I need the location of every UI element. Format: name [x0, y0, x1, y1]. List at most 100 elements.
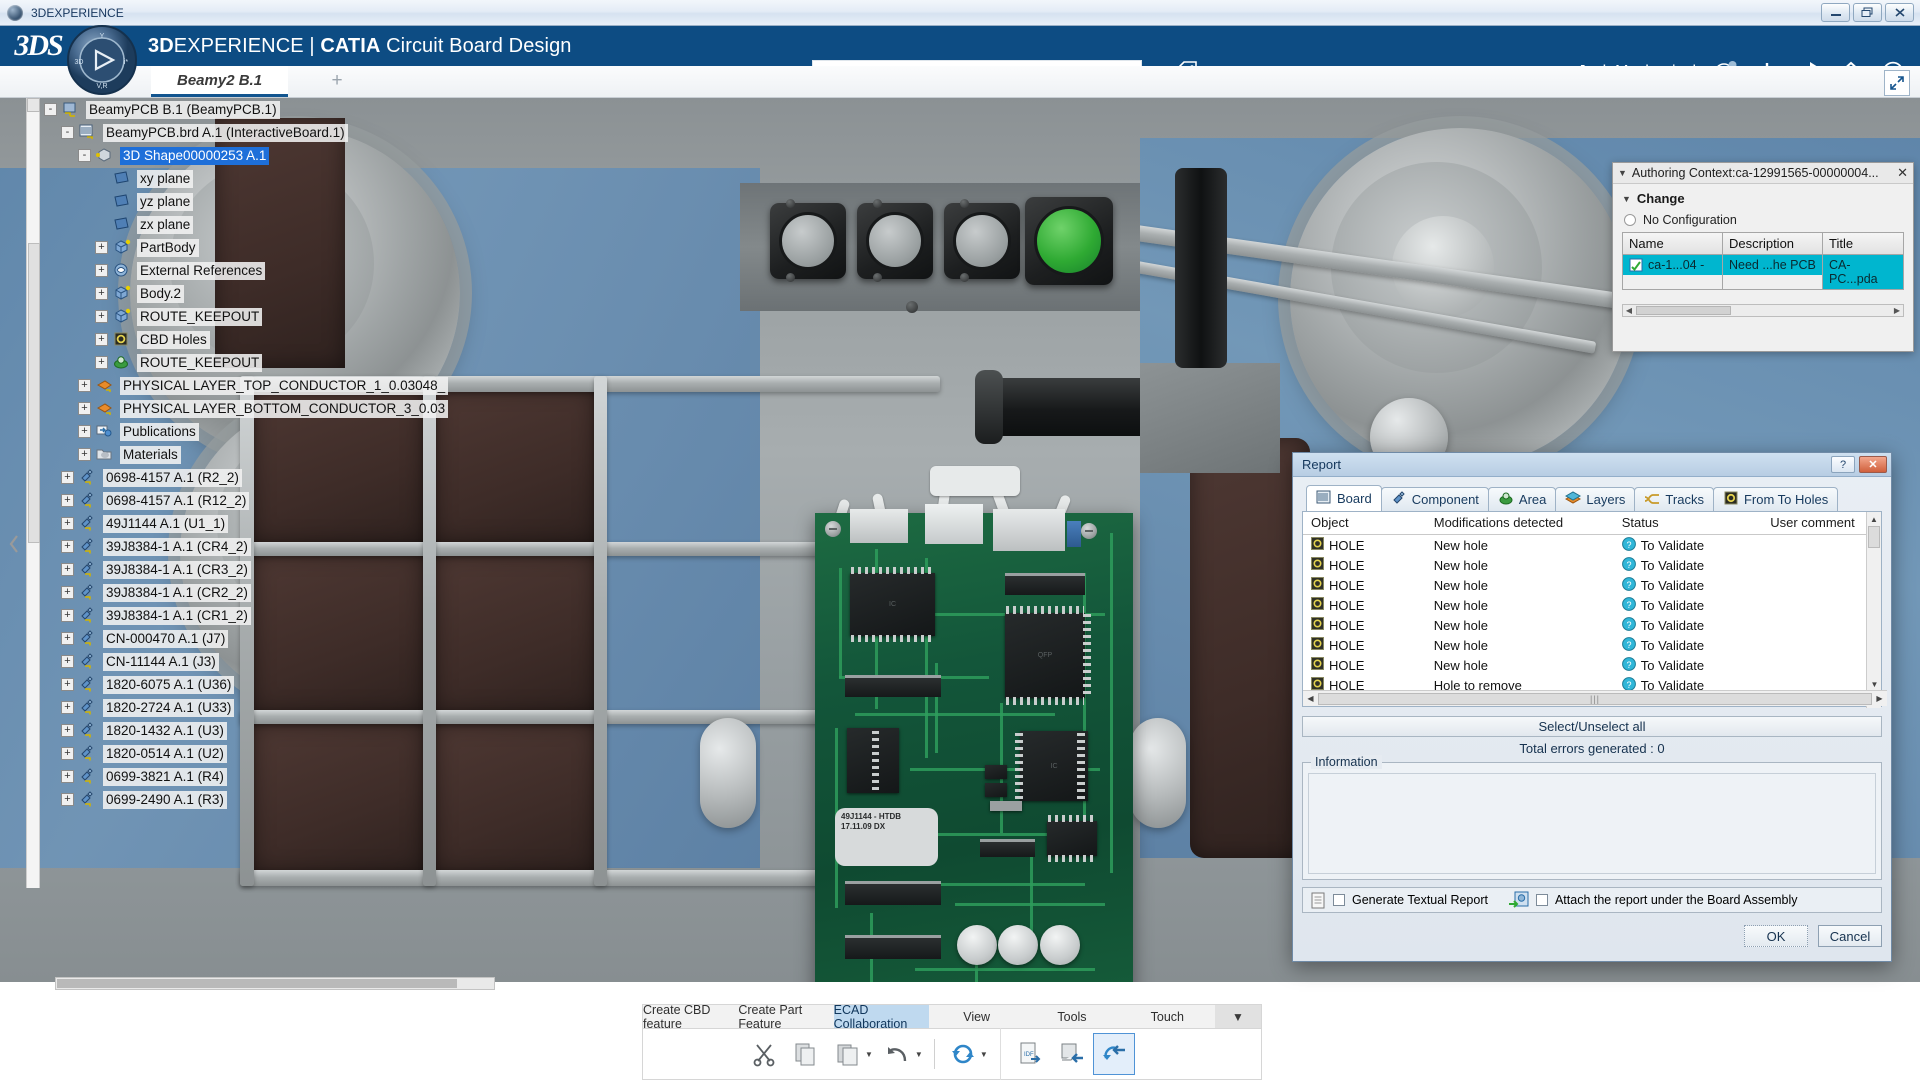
- report-tab-layers[interactable]: Layers: [1555, 487, 1636, 511]
- expand-collapse-panel-button[interactable]: [1884, 70, 1910, 96]
- cancel-button[interactable]: Cancel: [1818, 925, 1882, 947]
- table-row[interactable]: ca-1...04 -: [1623, 255, 1722, 275]
- authoring-context-header[interactable]: ▼ Authoring Context:ca-12991565-00000004…: [1613, 163, 1913, 184]
- paste-icon[interactable]: [827, 1033, 869, 1075]
- action-tab-create-cbd-feature[interactable]: Create CBD feature: [643, 1003, 738, 1031]
- report-table-row[interactable]: HOLE New hole? To Validate: [1303, 595, 1881, 615]
- scroll-left-arrow[interactable]: ◀: [1303, 694, 1318, 703]
- report-tab-tracks[interactable]: Tracks: [1634, 487, 1714, 511]
- close-icon[interactable]: ✕: [1897, 165, 1908, 181]
- dark-block-3: [253, 723, 423, 873]
- generate-textual-report-checkbox[interactable]: [1333, 894, 1345, 906]
- scroll-down-arrow[interactable]: ▼: [1867, 677, 1882, 691]
- navigation-compass[interactable]: Y 3D i* V,R: [66, 24, 138, 96]
- report-table-row[interactable]: HOLE New hole? To Validate: [1303, 615, 1881, 635]
- column-header[interactable]: Title: [1823, 233, 1903, 255]
- report-table-row[interactable]: HOLE New hole? To Validate: [1303, 635, 1881, 655]
- tree-horizontal-scrollbar[interactable]: [55, 977, 495, 990]
- pcb-resistor-array-2: [845, 881, 941, 905]
- ecad-sync-icon[interactable]: [1092, 1033, 1135, 1075]
- scroll-right-arrow[interactable]: ▶: [1872, 694, 1887, 703]
- report-tab-label: Area: [1518, 492, 1547, 507]
- report-close-button[interactable]: ✕: [1859, 456, 1887, 473]
- report-tab-label: Board: [1337, 491, 1372, 506]
- scroll-up-arrow[interactable]: ▲: [1867, 512, 1881, 526]
- report-tab-label: Tracks: [1665, 492, 1704, 507]
- column-header[interactable]: Name: [1623, 233, 1722, 255]
- scroll-thumb[interactable]: |||: [1318, 692, 1872, 705]
- chevron-down-icon[interactable]: ▼: [1618, 168, 1627, 178]
- action-bar-tabs[interactable]: Create CBD feature Create Part Feature ECA…: [642, 1003, 1262, 1031]
- report-tab-component[interactable]: Component: [1380, 487, 1489, 511]
- information-textarea[interactable]: [1308, 773, 1876, 874]
- new-tab-button[interactable]: +: [326, 70, 348, 92]
- collapse-tree-arrow-icon[interactable]: [6, 533, 22, 555]
- silkscreen-line-1: 49J1144 - HTDB: [841, 812, 902, 821]
- report-title: Report: [1302, 457, 1342, 472]
- report-options-row: Generate Textual Report Attach the repor…: [1302, 887, 1882, 913]
- report-vertical-scrollbar[interactable]: ▲ ▼: [1866, 512, 1881, 708]
- action-tab-view[interactable]: View: [929, 1005, 1024, 1028]
- scroll-thumb-horizontal[interactable]: [57, 979, 457, 988]
- table-row[interactable]: CA-PC...pda: [1823, 255, 1903, 289]
- report-help-button[interactable]: ?: [1831, 456, 1855, 473]
- report-table-row[interactable]: HOLE New hole? To Validate: [1303, 655, 1881, 675]
- document-tab[interactable]: Beamy2 B.1: [151, 66, 289, 97]
- undo-icon[interactable]: [877, 1033, 919, 1075]
- table-row[interactable]: Need ...he PCB: [1723, 255, 1822, 275]
- report-tab-board[interactable]: Board: [1306, 485, 1382, 511]
- column-header-modifications[interactable]: Modifications detected: [1426, 512, 1614, 534]
- copy-icon[interactable]: [785, 1033, 827, 1075]
- report-horizontal-scrollbar[interactable]: ◀ ||| ▶: [1303, 690, 1887, 706]
- report-title-bar[interactable]: Report ? ✕: [1293, 453, 1891, 477]
- scroll-thumb[interactable]: [28, 243, 40, 543]
- scroll-right-arrow[interactable]: ▶: [1891, 306, 1903, 315]
- action-tab-touch[interactable]: Touch: [1120, 1005, 1215, 1028]
- restore-button[interactable]: [1853, 3, 1882, 22]
- report-tab-bar[interactable]: Board Component Area Layers Tracks From To Ho…: [1306, 485, 1882, 511]
- no-configuration-row[interactable]: No Configuration: [1624, 213, 1904, 227]
- scroll-thumb[interactable]: [1636, 306, 1731, 315]
- authoring-horizontal-scrollbar[interactable]: ◀ ▶: [1622, 304, 1904, 317]
- report-table-row[interactable]: HOLE New hole? To Validate: [1303, 575, 1881, 595]
- minimize-button[interactable]: [1821, 3, 1850, 22]
- change-section-header[interactable]: ▼ Change: [1622, 191, 1904, 206]
- change-section-label: Change: [1636, 191, 1685, 206]
- action-tab-tools[interactable]: Tools: [1024, 1005, 1119, 1028]
- attach-report-checkbox[interactable]: [1535, 894, 1548, 906]
- ok-button[interactable]: OK: [1744, 925, 1808, 947]
- tree-vertical-scrollbar[interactable]: [26, 98, 40, 888]
- scroll-left-arrow[interactable]: ◀: [1623, 306, 1635, 315]
- idf-export-icon[interactable]: IDF: [1009, 1033, 1051, 1075]
- report-table-row[interactable]: HOLE New hole? To Validate: [1303, 555, 1881, 575]
- svg-text:?: ?: [1626, 620, 1631, 630]
- scroll-up-button[interactable]: [27, 98, 40, 112]
- action-tab-ecad-collaboration[interactable]: ECAD Collaboration: [833, 1003, 929, 1031]
- column-header[interactable]: Description: [1723, 233, 1822, 255]
- cut-icon[interactable]: [743, 1033, 785, 1075]
- close-button[interactable]: [1885, 3, 1914, 22]
- no-configuration-radio[interactable]: [1624, 214, 1636, 226]
- report-tab-from-to-holes[interactable]: From To Holes: [1712, 487, 1839, 511]
- column-header-object[interactable]: Object: [1303, 512, 1426, 534]
- cell-object-text: HOLE: [1329, 637, 1365, 653]
- scroll-thumb[interactable]: [1868, 526, 1880, 548]
- pcb-capacitor-3: [1040, 925, 1080, 965]
- screw-icon: [786, 199, 795, 208]
- action-bar-more-caret-icon[interactable]: ▼: [1214, 1005, 1261, 1028]
- column-header-status[interactable]: Status: [1614, 512, 1762, 534]
- update-icon[interactable]: [942, 1033, 984, 1075]
- column-header-comment[interactable]: User comment: [1762, 512, 1881, 534]
- dassault-3ds-logo[interactable]: 3DS: [12, 28, 64, 64]
- action-tab-create-part-feature[interactable]: Create Part Feature: [738, 1003, 833, 1031]
- report-footer: OK Cancel: [1302, 925, 1882, 947]
- select-unselect-all-button[interactable]: Select/Unselect all: [1302, 716, 1882, 737]
- report-tab-area[interactable]: Area: [1487, 487, 1557, 511]
- idf-import-icon[interactable]: [1051, 1033, 1093, 1075]
- status-icon: ?: [1621, 636, 1636, 654]
- pcb-edge-connector-top3: [993, 509, 1065, 551]
- report-table-row[interactable]: HOLE New hole? To Validate: [1303, 535, 1881, 555]
- operator-control-panel: [740, 183, 1140, 313]
- chevron-down-icon[interactable]: ▼: [1622, 194, 1631, 204]
- cell-status-text: To Validate: [1640, 597, 1705, 613]
